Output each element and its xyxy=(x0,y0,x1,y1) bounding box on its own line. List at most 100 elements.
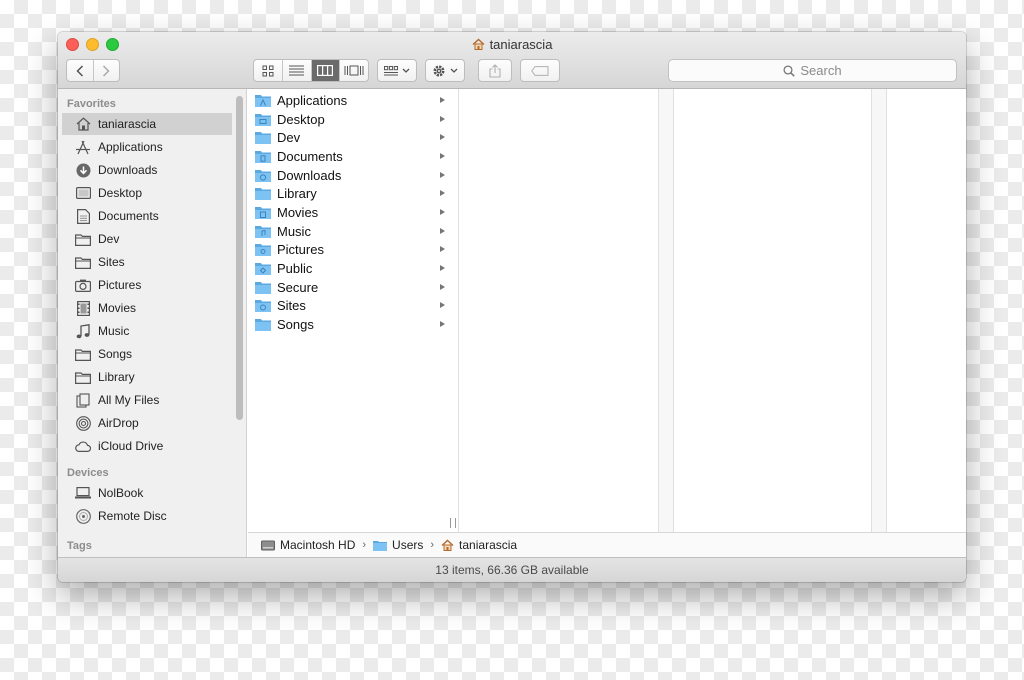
sidebar-item-desktop[interactable]: Desktop xyxy=(62,182,232,204)
share-button[interactable] xyxy=(478,59,512,82)
sidebar-scrollbar[interactable] xyxy=(236,96,243,420)
edit-tags-button[interactable] xyxy=(520,59,560,82)
sidebar-item-label: All My Files xyxy=(98,393,160,407)
disclosure-arrow-icon xyxy=(440,172,445,178)
sidebar-item-pictures[interactable]: Pictures xyxy=(62,274,232,296)
path-item-users[interactable]: Users xyxy=(373,538,423,552)
devices-header: Devices xyxy=(67,467,109,479)
sidebar-item-downloads[interactable]: Downloads xyxy=(62,159,232,181)
list-item[interactable]: Secure xyxy=(252,278,448,297)
users-folder-icon xyxy=(373,540,388,551)
column-divider xyxy=(658,89,659,532)
sidebar-item-songs[interactable]: Songs xyxy=(62,343,232,365)
film-icon xyxy=(75,300,91,316)
list-item-label: Pictures xyxy=(277,242,324,257)
music-folder-icon xyxy=(255,226,271,238)
sidebar-item-icloud-drive[interactable]: iCloud Drive xyxy=(62,435,232,457)
search-icon xyxy=(783,64,796,77)
chevron-right-icon xyxy=(103,64,110,77)
list-item[interactable]: Library xyxy=(252,184,448,203)
list-item-label: Library xyxy=(277,186,317,201)
airdrop-icon xyxy=(75,415,91,431)
path-separator-icon: › xyxy=(362,539,367,551)
list-item[interactable]: Applications xyxy=(252,91,448,110)
sidebar-item-label: Dev xyxy=(98,232,120,246)
sidebar-item-label: Movies xyxy=(98,301,137,315)
toolbar: taniarascia Search xyxy=(58,32,966,89)
folder-icon xyxy=(75,346,91,362)
list-item[interactable]: Documents xyxy=(252,147,448,166)
disc-icon xyxy=(75,508,91,524)
column-resize-handle[interactable] xyxy=(450,518,456,528)
cover-flow-view-button[interactable] xyxy=(340,60,368,81)
search-placeholder: Search xyxy=(800,63,842,78)
list-item[interactable]: Public xyxy=(252,259,448,278)
sidebar-item-label: Songs xyxy=(98,347,133,361)
applications-icon xyxy=(75,139,91,155)
sidebar-item-label: Music xyxy=(98,324,130,338)
sidebar-item-label: Desktop xyxy=(98,186,143,200)
path-item-label: Macintosh HD xyxy=(280,538,356,552)
sidebar-item-label: Applications xyxy=(98,140,163,154)
path-separator-icon: › xyxy=(430,539,435,551)
path-item-label: taniarascia xyxy=(459,538,518,552)
action-button[interactable] xyxy=(425,59,465,82)
applications-folder-icon xyxy=(255,95,271,107)
sidebar-item-label: Library xyxy=(98,370,135,384)
desktop-icon xyxy=(75,185,91,201)
sidebar-item-label: NolBook xyxy=(98,486,144,500)
sidebar-item-documents[interactable]: Documents xyxy=(62,205,232,227)
pictures-folder-icon xyxy=(255,244,271,256)
list-item[interactable]: Dev xyxy=(252,128,448,147)
icon-view-button[interactable] xyxy=(254,60,283,81)
list-item[interactable]: Pictures xyxy=(252,240,448,259)
back-button[interactable] xyxy=(67,60,94,81)
disclosure-arrow-icon xyxy=(440,265,445,271)
sites-folder-icon xyxy=(255,300,271,312)
sidebar-item-label: AirDrop xyxy=(98,416,139,430)
gear-icon xyxy=(433,65,445,76)
sidebar-item-airdrop[interactable]: AirDrop xyxy=(62,412,232,434)
finder-window: taniarascia Search Favorites taniarascia… xyxy=(58,32,966,582)
sidebar-item-sites[interactable]: Sites xyxy=(62,251,232,273)
list-item-label: Music xyxy=(277,224,311,239)
sidebar-item-applications[interactable]: Applications xyxy=(62,136,232,158)
sidebar-item-library[interactable]: Library xyxy=(62,366,232,388)
sidebar-item-dev[interactable]: Dev xyxy=(62,228,232,250)
path-item-macintosh-hd[interactable]: Macintosh HD xyxy=(261,538,355,552)
list-item[interactable]: Desktop xyxy=(252,110,448,129)
list-item[interactable]: Downloads xyxy=(252,166,448,185)
all-files-icon xyxy=(75,392,91,408)
arrange-button[interactable] xyxy=(377,59,417,82)
search-field[interactable]: Search xyxy=(668,59,957,82)
sidebar-item-taniarascia[interactable]: taniarascia xyxy=(62,113,232,135)
folder-icon xyxy=(75,254,91,270)
downloads-icon xyxy=(75,162,91,178)
list-item[interactable]: Songs xyxy=(252,315,448,334)
path-item-label: Users xyxy=(392,538,424,552)
list-item-label: Public xyxy=(277,261,313,276)
sidebar-item-nolbook[interactable]: NolBook xyxy=(62,482,232,504)
downloads-folder-icon xyxy=(255,170,271,182)
sidebar-item-remote-disc[interactable]: Remote Disc xyxy=(62,505,232,527)
sidebar-item-music[interactable]: Music xyxy=(62,320,232,342)
path-item-taniarascia[interactable]: taniarascia xyxy=(441,538,517,552)
sidebar-item-label: iCloud Drive xyxy=(98,439,164,453)
forward-button[interactable] xyxy=(94,60,120,81)
list-item[interactable]: Music xyxy=(252,222,448,241)
list-item-label: Applications xyxy=(277,93,348,108)
sidebar-item-all-my-files[interactable]: All My Files xyxy=(62,389,232,411)
list-item[interactable]: Movies xyxy=(252,203,448,222)
laptop-icon xyxy=(75,485,91,501)
folder-icon xyxy=(255,132,271,144)
column-view-button[interactable] xyxy=(311,60,341,81)
sidebar-item-label: taniarascia xyxy=(98,117,157,131)
disclosure-arrow-icon xyxy=(440,246,445,252)
sidebar-item-label: Sites xyxy=(98,255,125,269)
disclosure-arrow-icon xyxy=(440,228,445,234)
sidebar-item-movies[interactable]: Movies xyxy=(62,297,232,319)
list-item[interactable]: Sites xyxy=(252,296,448,315)
public-folder-icon xyxy=(255,263,271,275)
disclosure-arrow-icon xyxy=(440,134,445,140)
list-view-button[interactable] xyxy=(283,60,312,81)
